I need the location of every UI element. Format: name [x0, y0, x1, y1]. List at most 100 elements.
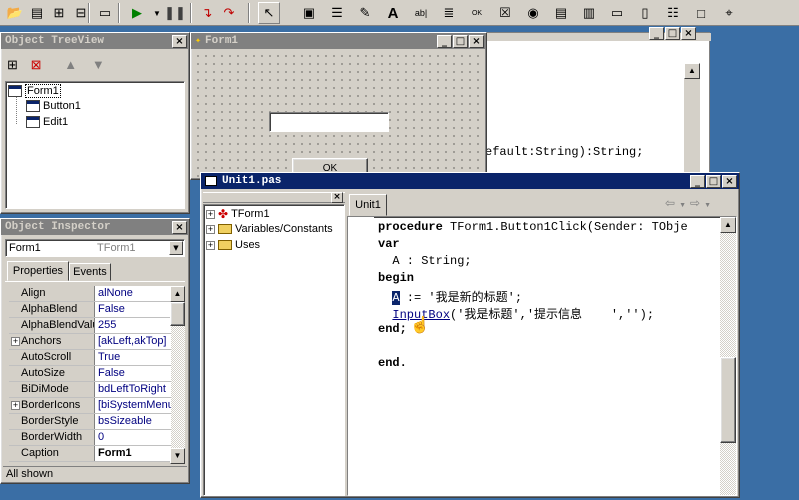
- radiogroup-component-icon[interactable]: ☷: [662, 2, 684, 24]
- prop-value[interactable]: bdLeftToRight: [95, 382, 173, 397]
- property-row[interactable]: AlphaBlend False: [9, 302, 173, 318]
- code-area[interactable]: procedure TForm1.Button1Click(Sender: TO…: [347, 216, 737, 496]
- pointer-tool-icon[interactable]: ↖: [258, 2, 280, 24]
- close-icon[interactable]: ×: [331, 192, 343, 203]
- chevron-down-icon[interactable]: ▼: [679, 202, 690, 209]
- close-icon[interactable]: ×: [469, 34, 484, 48]
- open-project-icon[interactable]: 📂: [4, 2, 26, 24]
- property-row[interactable]: Align alNone: [9, 286, 173, 302]
- arrow-down-icon[interactable]: ▼: [92, 57, 112, 72]
- chevron-down-icon[interactable]: ▼: [169, 241, 183, 255]
- tab-unit1[interactable]: Unit1: [349, 194, 387, 216]
- scroll-thumb[interactable]: [170, 302, 185, 326]
- minimize-icon[interactable]: _: [690, 174, 705, 188]
- explorer-node-variables[interactable]: + Variables/Constants: [206, 223, 333, 235]
- property-row[interactable]: BorderStyle bsSizeable: [9, 414, 173, 430]
- scroll-up-icon[interactable]: ▲: [684, 63, 700, 79]
- close-icon[interactable]: ×: [681, 27, 696, 40]
- property-row-selected[interactable]: Caption Form1: [9, 446, 173, 462]
- button-component-icon[interactable]: OK: [466, 2, 488, 24]
- close-icon[interactable]: ×: [172, 34, 187, 48]
- expand-icon[interactable]: +: [11, 401, 20, 410]
- tab-events[interactable]: Events: [69, 263, 111, 281]
- minimize-icon[interactable]: _: [649, 27, 664, 40]
- selected-identifier[interactable]: A: [392, 291, 400, 305]
- trace-into-icon[interactable]: ↴: [196, 2, 218, 24]
- memo-component-icon[interactable]: ≣: [438, 2, 460, 24]
- save-all-icon[interactable]: ▤: [26, 2, 48, 24]
- close-icon[interactable]: ×: [172, 220, 187, 234]
- tab-properties[interactable]: Properties: [7, 261, 69, 281]
- code-scrollbar[interactable]: [720, 217, 736, 495]
- panel-component-icon[interactable]: □: [690, 2, 712, 24]
- edit-component-icon[interactable]: ab|: [410, 2, 432, 24]
- code-line-3: A : String;: [378, 254, 472, 268]
- property-row[interactable]: + Anchors [akLeft,akTop]: [9, 334, 173, 350]
- prop-value[interactable]: [biSystemMenu,: [95, 398, 173, 413]
- close-icon[interactable]: ×: [722, 174, 737, 188]
- prop-value[interactable]: alNone: [95, 286, 173, 301]
- add-file-icon[interactable]: ⊞: [48, 2, 70, 24]
- checkbox-component-icon[interactable]: ☒: [494, 2, 516, 24]
- frame-component-icon[interactable]: ▣: [298, 2, 320, 24]
- prop-value[interactable]: Form1: [95, 446, 173, 461]
- property-row[interactable]: BiDiMode bdLeftToRight: [9, 382, 173, 398]
- expand-icon[interactable]: +: [206, 240, 215, 250]
- prop-name: BorderStyle: [9, 414, 95, 429]
- popup-menu-component-icon[interactable]: ✎: [354, 2, 376, 24]
- arrow-up-icon[interactable]: ▲: [64, 57, 88, 72]
- delete-item-icon[interactable]: ⊠: [31, 57, 61, 73]
- scrollbar-component-icon[interactable]: ▭: [606, 2, 628, 24]
- prop-value[interactable]: [akLeft,akTop]: [95, 334, 173, 349]
- listbox-component-icon[interactable]: ▤: [550, 2, 572, 24]
- property-row[interactable]: AlphaBlendValu 255: [9, 318, 173, 334]
- combobox-component-icon[interactable]: ▥: [578, 2, 600, 24]
- code-line-9: end.: [378, 356, 407, 370]
- explorer-grip: [203, 192, 345, 203]
- label-component-icon[interactable]: A: [382, 2, 404, 24]
- chevron-down-icon[interactable]: ▼: [704, 202, 715, 209]
- radio-button-component-icon[interactable]: ◉: [522, 2, 544, 24]
- back-arrow-icon[interactable]: ⇦: [665, 196, 679, 210]
- prop-value[interactable]: bsSizeable: [95, 414, 173, 429]
- editor-scrollbar[interactable]: ▲: [684, 63, 700, 175]
- explorer-node-uses[interactable]: + Uses: [206, 239, 260, 251]
- prop-value[interactable]: True: [95, 350, 173, 365]
- expand-icon[interactable]: +: [206, 209, 215, 219]
- maximize-icon[interactable]: □: [706, 174, 721, 188]
- expand-icon[interactable]: +: [11, 337, 20, 346]
- step-over-icon[interactable]: ↷: [218, 2, 240, 24]
- scroll-up-icon[interactable]: ▲: [720, 217, 736, 233]
- tree-node-form1[interactable]: Form1: [8, 84, 61, 98]
- prop-value[interactable]: 255: [95, 318, 173, 333]
- property-row[interactable]: BorderWidth 0: [9, 430, 173, 446]
- maximize-icon[interactable]: □: [665, 27, 680, 40]
- pause-icon[interactable]: ❚❚: [164, 2, 186, 24]
- main-menu-component-icon[interactable]: ☰: [326, 2, 348, 24]
- edit1-control[interactable]: [269, 112, 389, 132]
- groupbox-component-icon[interactable]: ▯: [634, 2, 656, 24]
- prop-value[interactable]: 0: [95, 430, 173, 445]
- object-selector[interactable]: Form1 TForm1 ▼: [5, 239, 185, 257]
- tree-node-button1[interactable]: Button1: [26, 100, 81, 112]
- run-icon[interactable]: ▶: [126, 2, 148, 24]
- toggle-form-unit-icon[interactable]: ▭: [94, 2, 116, 24]
- forward-arrow-icon[interactable]: ⇨: [690, 196, 704, 210]
- new-item-icon[interactable]: ⊞: [7, 57, 27, 73]
- minimize-icon[interactable]: _: [437, 34, 452, 48]
- scroll-thumb[interactable]: [720, 357, 736, 443]
- property-row[interactable]: + BorderIcons [biSystemMenu,: [9, 398, 173, 414]
- explorer-node-tform1[interactable]: + ✤ TForm1: [206, 207, 270, 221]
- property-row[interactable]: AutoSize False: [9, 366, 173, 382]
- prop-value[interactable]: False: [95, 302, 173, 317]
- tree-node-edit1[interactable]: Edit1: [26, 116, 68, 128]
- prop-value[interactable]: False: [95, 366, 173, 381]
- expand-icon[interactable]: +: [206, 224, 215, 234]
- maximize-icon[interactable]: □: [453, 34, 468, 48]
- code-line-1: procedure TForm1.Button1Click(Sender: TO…: [378, 220, 688, 234]
- scroll-up-icon[interactable]: ▲: [170, 286, 185, 302]
- scroll-down-icon[interactable]: ▼: [170, 448, 185, 464]
- explorer-tree: + ✤ TForm1 + Variables/Constants + Uses: [203, 204, 345, 496]
- actionlist-component-icon[interactable]: ⌖: [718, 2, 740, 24]
- property-row[interactable]: AutoScroll True: [9, 350, 173, 366]
